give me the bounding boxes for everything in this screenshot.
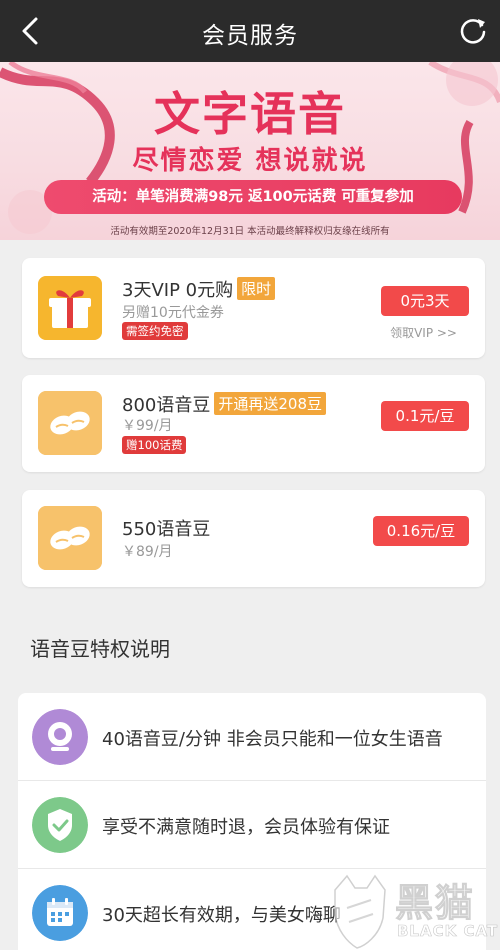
watermark-en: BLACK CAT <box>397 922 499 941</box>
product-card-800[interactable]: 800语音豆 开通再送208豆 ￥99/月 赠100话费 0.1元/豆 <box>22 375 485 472</box>
product-card-vip[interactable]: 3天VIP 0元购 限时 另赠10元代金券 需签约免密 0元3天 领取VIP >> <box>22 258 485 358</box>
feature-item: 享受不满意随时退，会员体验有保证 <box>18 781 486 869</box>
page-title: 会员服务 <box>202 23 298 49</box>
beans-icon <box>38 506 102 570</box>
watermark: 黑猫 BLACK CAT <box>325 870 500 950</box>
price-button[interactable]: 0元3天 <box>381 286 469 316</box>
feature-text: 享受不满意随时退，会员体验有保证 <box>102 817 390 838</box>
product-price-month: ￥89/月 <box>122 544 173 560</box>
product-subtitle: 另赠10元代金券 <box>122 305 224 321</box>
product-price-month: ￥99/月 <box>122 418 173 434</box>
watermark-cn: 黑猫 <box>394 881 476 926</box>
feature-text: 40语音豆/分钟 非会员只能和一位女生语音 <box>102 729 443 750</box>
limited-badge: 限时 <box>237 277 276 300</box>
product-name: 550语音豆 <box>122 519 211 540</box>
feature-text: 30天超长有效期，与美女嗨聊 <box>102 905 341 926</box>
promo-banner[interactable]: 文字语音 尽情恋爱 想说就说 活动：单笔消费满98元 返100元话费 可重复参加… <box>0 62 500 240</box>
red-tag: 赠100话费 <box>122 436 187 454</box>
price-button[interactable]: 0.16元/豆 <box>373 516 469 546</box>
calendar-icon <box>32 885 88 941</box>
shield-check-icon <box>32 797 88 853</box>
bonus-badge: 开通再送208豆 <box>214 392 326 415</box>
nav-bar: 会员服务 <box>0 0 500 62</box>
banner-promo: 活动：单笔消费满98元 返100元话费 可重复参加 <box>44 180 462 214</box>
cat-logo-icon <box>334 874 386 949</box>
red-tag: 需签约免密 <box>122 322 188 340</box>
refresh-icon[interactable] <box>458 16 488 46</box>
product-card-550[interactable]: 550语音豆 ￥89/月 0.16元/豆 <box>22 490 485 587</box>
product-name: 800语音豆 <box>122 395 211 416</box>
beans-icon <box>38 391 102 455</box>
banner-title: 文字语音 <box>154 87 346 141</box>
feature-item: 40语音豆/分钟 非会员只能和一位女生语音 <box>18 693 486 781</box>
section-title: 语音豆特权说明 <box>30 637 170 661</box>
gift-icon <box>38 276 102 340</box>
banner-subtitle: 尽情恋爱 想说就说 <box>132 146 368 176</box>
product-name: 3天VIP 0元购 <box>122 280 234 301</box>
camera-icon <box>32 709 88 765</box>
banner-note: 活动有效期至2020年12月31日 本活动最终解释权归友缘在线所有 <box>110 226 390 237</box>
price-button[interactable]: 0.1元/豆 <box>381 401 469 431</box>
claim-vip-link[interactable]: 领取VIP >> <box>390 324 457 341</box>
